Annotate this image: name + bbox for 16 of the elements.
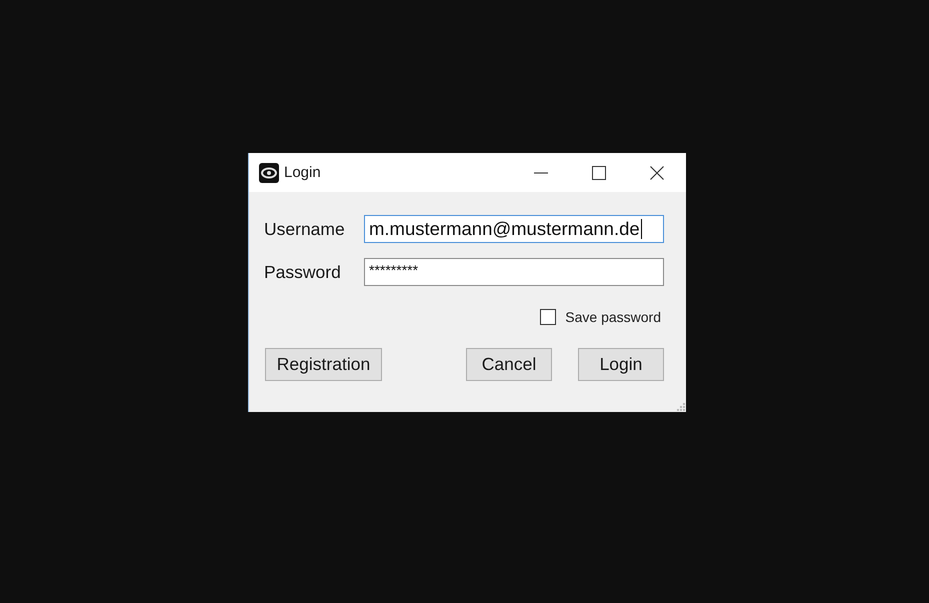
resize-grip-icon[interactable]: [677, 403, 685, 411]
password-field[interactable]: *********: [364, 258, 664, 286]
field-label: Username: [264, 218, 346, 240]
field-label: Password: [264, 262, 342, 282]
registration-button[interactable]: Registration: [265, 348, 382, 381]
save-password-checkbox[interactable]: [540, 309, 556, 325]
text-cursor: [640, 219, 642, 239]
cancel-button[interactable]: Cancel: [466, 348, 552, 381]
minimize-icon: [534, 172, 548, 174]
username-field[interactable]: m.mustermann@mustermann.de: [364, 215, 664, 243]
eye-icon: [259, 162, 279, 182]
checkbox-label: Save password: [565, 309, 661, 325]
window-title: Login: [284, 164, 322, 181]
close-icon: [650, 166, 664, 180]
login-button[interactable]: Login: [578, 348, 664, 381]
maximize-icon: [592, 166, 606, 180]
